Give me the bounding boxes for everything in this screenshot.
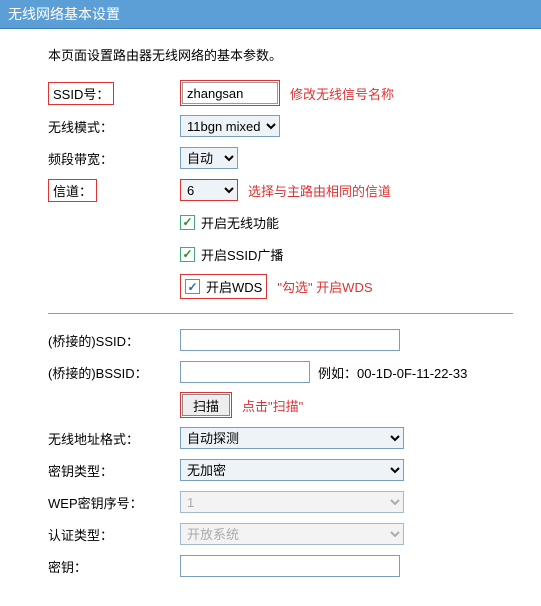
enable-ssid-label: 开启SSID广播 [201, 245, 283, 264]
row-bridge-ssid: (桥接的)SSID： [48, 328, 513, 352]
wds-annotation: "勾选" 开启WDS [277, 277, 372, 296]
enable-wds-checkbox-wrap[interactable]: ✓ 开启WDS [185, 277, 262, 296]
auth-type-select: 开放系统 [180, 523, 404, 545]
wep-index-select: 1 [180, 491, 404, 513]
scan-button-wrap: 扫描 [180, 392, 232, 418]
row-bandwidth: 频段带宽： 自动 [48, 146, 513, 170]
row-enable-wds: ✓ 开启WDS "勾选" 开启WDS [48, 274, 513, 299]
row-key-type: 密钥类型： 无加密 [48, 458, 513, 482]
bridge-ssid-input[interactable] [180, 329, 400, 351]
label-bandwidth: 频段带宽： [48, 149, 180, 168]
label-channel: 信道： [48, 179, 97, 202]
enable-wifi-checkbox-wrap[interactable]: ✓ 开启无线功能 [180, 213, 279, 232]
enable-ssid-checkbox-wrap[interactable]: ✓ 开启SSID广播 [180, 245, 283, 264]
check-icon: ✓ [180, 247, 195, 262]
check-icon: ✓ [185, 279, 200, 294]
scan-annotation: 点击"扫描" [242, 396, 303, 415]
label-key: 密钥： [48, 557, 180, 576]
content: 本页面设置路由器无线网络的基本参数。 SSID号： 修改无线信号名称 无线模式：… [0, 29, 541, 606]
label-wep-index: WEP密钥序号： [48, 493, 180, 512]
label-ssid: SSID号： [48, 82, 114, 105]
row-enable-ssid: ✓ 开启SSID广播 [48, 242, 513, 266]
addr-format-select[interactable]: 自动探测 [180, 427, 404, 449]
row-bridge-bssid: (桥接的)BSSID： 例如：00-1D-0F-11-22-33 [48, 360, 513, 384]
mode-select[interactable]: 11bgn mixed [180, 115, 280, 137]
bridge-bssid-input[interactable] [180, 361, 310, 383]
ssid-annotation: 修改无线信号名称 [290, 84, 394, 103]
key-type-select[interactable]: 无加密 [180, 459, 404, 481]
ssid-input[interactable] [182, 82, 278, 104]
divider [48, 313, 513, 314]
label-channel-wrap: 信道： [48, 179, 180, 202]
row-scan: 扫描 点击"扫描" [48, 392, 513, 418]
check-icon: ✓ [180, 215, 195, 230]
enable-wds-box: ✓ 开启WDS [180, 274, 267, 299]
row-key: 密钥： [48, 554, 513, 578]
label-bridge-bssid: (桥接的)BSSID： [48, 363, 180, 382]
label-auth-type: 认证类型： [48, 525, 180, 544]
bandwidth-select[interactable]: 自动 [180, 147, 238, 169]
row-enable-wifi: ✓ 开启无线功能 [48, 210, 513, 234]
channel-annotation: 选择与主路由相同的信道 [248, 181, 391, 200]
page-title: 无线网络基本设置 [8, 6, 120, 22]
enable-wifi-label: 开启无线功能 [201, 213, 279, 232]
row-channel: 信道： 6 选择与主路由相同的信道 [48, 178, 513, 202]
channel-select[interactable]: 6 [180, 179, 238, 201]
label-ssid-wrap: SSID号： [48, 82, 180, 105]
row-mode: 无线模式： 11bgn mixed [48, 114, 513, 138]
label-mode: 无线模式： [48, 117, 180, 136]
enable-wds-label: 开启WDS [206, 277, 262, 296]
row-addr-format: 无线地址格式： 自动探测 [48, 426, 513, 450]
title-bar: 无线网络基本设置 [0, 0, 541, 29]
label-bridge-ssid: (桥接的)SSID： [48, 331, 180, 350]
row-ssid: SSID号： 修改无线信号名称 [48, 80, 513, 106]
scan-button[interactable]: 扫描 [182, 394, 230, 416]
key-input[interactable] [180, 555, 400, 577]
ssid-input-wrap [180, 80, 280, 106]
bssid-example: 例如：00-1D-0F-11-22-33 [318, 363, 467, 382]
label-addr-format: 无线地址格式： [48, 429, 180, 448]
row-wep-index: WEP密钥序号： 1 [48, 490, 513, 514]
label-key-type: 密钥类型： [48, 461, 180, 480]
row-auth-type: 认证类型： 开放系统 [48, 522, 513, 546]
intro-text: 本页面设置路由器无线网络的基本参数。 [48, 45, 513, 64]
